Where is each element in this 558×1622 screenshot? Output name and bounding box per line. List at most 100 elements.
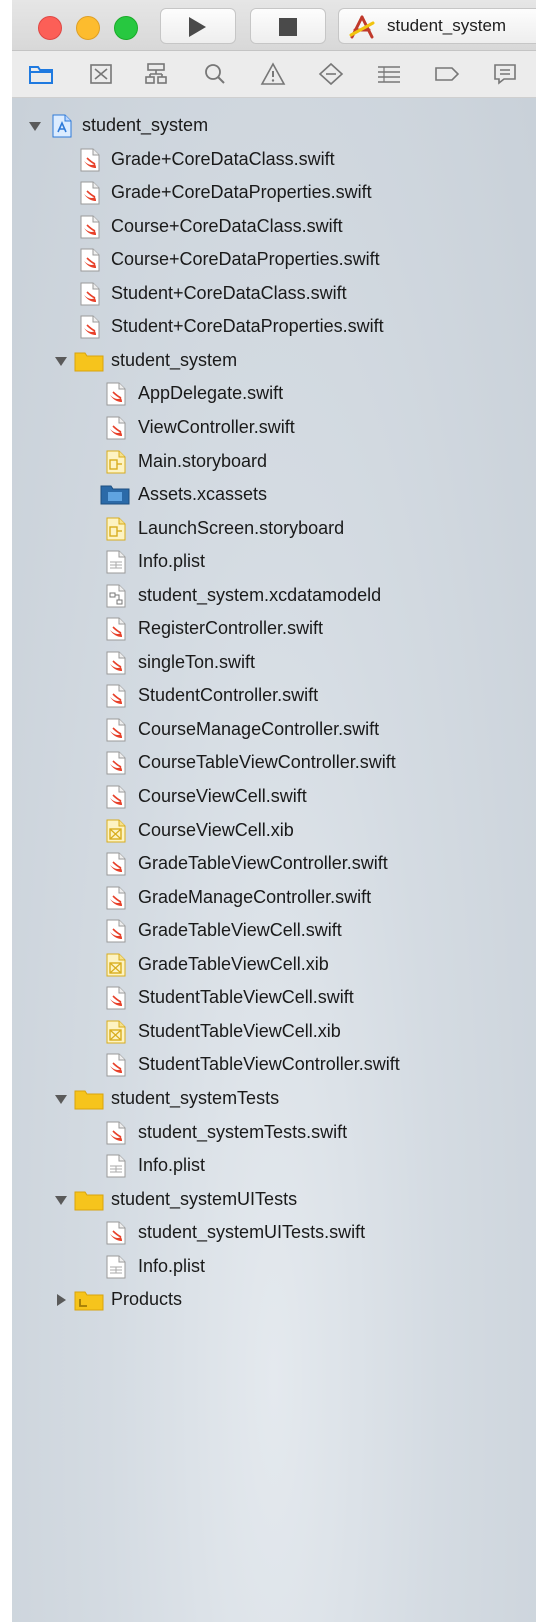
- file-name: CourseTableViewController.swift: [138, 752, 396, 773]
- disclosure-triangle-icon[interactable]: [54, 1193, 68, 1207]
- folder-icon: [74, 1190, 104, 1211]
- stop-button[interactable]: [250, 8, 326, 44]
- warning-icon[interactable]: [260, 62, 286, 86]
- group-products[interactable]: Products: [12, 1283, 522, 1317]
- swift-file-icon: [106, 751, 126, 775]
- zoom-button[interactable]: [114, 16, 138, 40]
- file-name: student_systemTests: [111, 1087, 280, 1108]
- file-name: LaunchScreen.storyboard: [138, 517, 345, 538]
- file-item[interactable]: Main.storyboard: [12, 445, 522, 479]
- group-student-system[interactable]: student_system: [12, 344, 522, 378]
- run-button[interactable]: [160, 8, 236, 44]
- file-name: student_system.xcdatamodeld: [138, 584, 382, 605]
- file-item[interactable]: GradeTableViewCell.xib: [12, 948, 522, 982]
- swift-file-icon: [106, 785, 126, 809]
- swift-file-icon: [80, 315, 100, 339]
- source-control-icon[interactable]: [88, 62, 114, 86]
- file-item[interactable]: StudentController.swift: [12, 679, 522, 713]
- file-item[interactable]: RegisterController.swift: [12, 612, 522, 646]
- file-item[interactable]: student_systemUITests.swift: [12, 1216, 522, 1250]
- disclosure-triangle-icon[interactable]: [54, 1092, 68, 1106]
- navigator-selector-bar: [12, 51, 536, 98]
- file-item[interactable]: Course+CoreDataProperties.swift: [12, 243, 522, 277]
- swift-file-icon: [106, 617, 126, 641]
- breakpoint-icon[interactable]: [434, 62, 460, 86]
- play-icon: [189, 17, 206, 37]
- file-item[interactable]: AppDelegate.swift: [12, 377, 522, 411]
- folder-icon: [74, 351, 104, 372]
- stop-icon: [279, 18, 297, 36]
- disclosure-triangle-icon[interactable]: [54, 1293, 68, 1307]
- file-name: GradeManageController.swift: [138, 886, 372, 907]
- file-name: ViewController.swift: [138, 416, 295, 437]
- test-diamond-icon[interactable]: [318, 62, 344, 86]
- plist-file-icon: [106, 1154, 126, 1178]
- file-name: Main.storyboard: [138, 450, 268, 471]
- file-item[interactable]: GradeTableViewController.swift: [12, 847, 522, 881]
- plist-file-icon: [106, 550, 126, 574]
- swift-file-icon: [106, 1053, 126, 1077]
- swift-file-icon: [106, 651, 126, 675]
- report-icon[interactable]: [492, 62, 518, 86]
- swift-file-icon: [106, 986, 126, 1010]
- file-name: student_system: [82, 115, 209, 135]
- project-root[interactable]: student_system: [12, 109, 522, 143]
- file-item[interactable]: Info.plist: [12, 545, 522, 579]
- file-name: RegisterController.swift: [138, 618, 324, 639]
- file-name: Info.plist: [138, 551, 206, 572]
- file-item[interactable]: CourseViewCell.swift: [12, 780, 522, 814]
- swift-file-icon: [106, 684, 126, 708]
- file-name: student_systemUITests: [111, 1188, 298, 1209]
- file-item[interactable]: student_system.xcdatamodeld: [12, 579, 522, 613]
- swift-file-icon: [106, 1221, 126, 1245]
- close-button[interactable]: [38, 16, 62, 40]
- scheme-selector[interactable]: student_system: [338, 8, 536, 44]
- file-item[interactable]: GradeTableViewCell.swift: [12, 914, 522, 948]
- file-item[interactable]: StudentTableViewCell.swift: [12, 981, 522, 1015]
- file-item[interactable]: LaunchScreen.storyboard: [12, 512, 522, 546]
- file-item[interactable]: student_systemTests.swift: [12, 1116, 522, 1150]
- minimize-button[interactable]: [76, 16, 100, 40]
- search-icon[interactable]: [202, 62, 228, 86]
- file-item[interactable]: CourseManageController.swift: [12, 713, 522, 747]
- xib-file-icon: [106, 1020, 126, 1044]
- file-item[interactable]: Course+CoreDataClass.swift: [12, 210, 522, 244]
- file-item[interactable]: Info.plist: [12, 1250, 522, 1284]
- file-name: Course+CoreDataClass.swift: [111, 215, 343, 236]
- file-item[interactable]: singleTon.swift: [12, 646, 522, 680]
- scheme-label: student_system: [387, 16, 507, 35]
- debug-list-icon[interactable]: [376, 62, 402, 86]
- file-item[interactable]: Student+CoreDataClass.swift: [12, 277, 522, 311]
- file-item[interactable]: StudentTableViewCell.xib: [12, 1015, 522, 1049]
- swift-file-icon: [80, 148, 100, 172]
- swift-file-icon: [106, 382, 126, 406]
- disclosure-triangle-icon[interactable]: [28, 119, 42, 133]
- file-item[interactable]: Grade+CoreDataClass.swift: [12, 143, 522, 177]
- file-item[interactable]: CourseTableViewController.swift: [12, 746, 522, 780]
- project-file-icon: [52, 114, 72, 138]
- xcode-app-icon: [349, 15, 375, 39]
- file-name: Info.plist: [138, 1155, 206, 1176]
- disclosure-triangle-icon[interactable]: [54, 354, 68, 368]
- storyboard-file-icon: [106, 450, 126, 474]
- data-model-icon: [106, 584, 126, 608]
- file-item[interactable]: Assets.xcassets: [12, 478, 522, 512]
- file-item[interactable]: Student+CoreDataProperties.swift: [12, 310, 522, 344]
- file-item[interactable]: CourseViewCell.xib: [12, 814, 522, 848]
- file-name: GradeTableViewCell.xib: [138, 953, 329, 974]
- file-item[interactable]: StudentTableViewController.swift: [12, 1048, 522, 1082]
- file-name: Assets.xcassets: [138, 484, 268, 505]
- folder-icon[interactable]: [28, 62, 54, 86]
- group-uitests[interactable]: student_systemUITests: [12, 1183, 522, 1217]
- folder-icon: [74, 1089, 104, 1110]
- swift-file-icon: [80, 282, 100, 306]
- file-item[interactable]: GradeManageController.swift: [12, 881, 522, 915]
- file-name: CourseViewCell.swift: [138, 786, 307, 806]
- file-item[interactable]: Grade+CoreDataProperties.swift: [12, 176, 522, 210]
- file-name: CourseViewCell.xib: [138, 819, 294, 840]
- file-name: Student+CoreDataProperties.swift: [111, 316, 384, 337]
- file-item[interactable]: ViewController.swift: [12, 411, 522, 445]
- file-item[interactable]: Info.plist: [12, 1149, 522, 1183]
- group-tests[interactable]: student_systemTests: [12, 1082, 522, 1116]
- hierarchy-icon[interactable]: [144, 62, 170, 86]
